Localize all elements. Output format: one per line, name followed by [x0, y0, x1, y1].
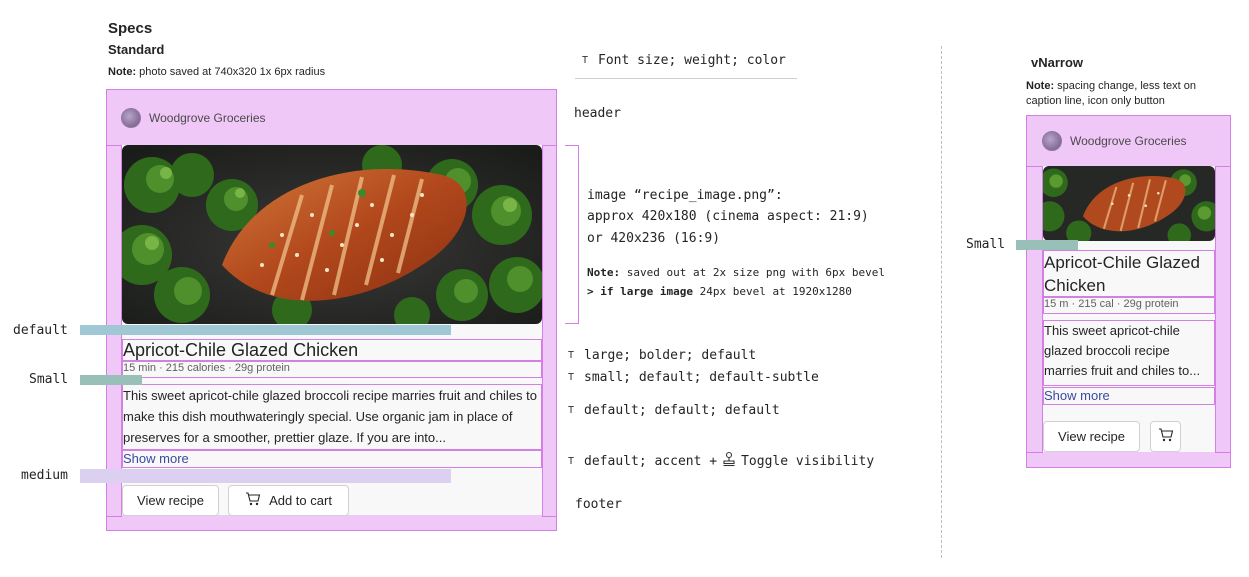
image-spec-line3: or 420x236 (16:9) [587, 231, 721, 246]
card-header: Woodgrove Groceries [121, 108, 266, 128]
legend-line: T Font size; weight; color [582, 53, 786, 68]
stamp-icon [721, 451, 737, 471]
section-divider [941, 46, 942, 558]
t-icon: T [568, 455, 575, 467]
narrow-note-label: Note: [1026, 80, 1055, 92]
image-spec-line2: approx 420x180 (cinema aspect: 21:9) [587, 209, 869, 224]
narrow-recipe-subtitle: 15 m · 215 cal · 29g protein [1043, 297, 1215, 314]
brand-logo [121, 108, 141, 128]
image-bracket [565, 145, 579, 324]
toggle-text: Toggle visibility [741, 453, 875, 469]
show-more-link[interactable]: Show more [122, 450, 542, 468]
narrow-recipe-image [1043, 166, 1215, 241]
card-padding-right [542, 145, 557, 517]
narrow-cart-button[interactable] [1150, 421, 1181, 452]
narrow-label-small: Small [966, 237, 1006, 252]
narrow-heading: vNarrow [1031, 55, 1084, 70]
recipe-title: Apricot-Chile Glazed Chicken [122, 339, 542, 361]
subtitle-spec: Tsmall; default; default-subtle [568, 370, 819, 385]
title-spec-text: large; bolder; default [584, 348, 757, 363]
narrow-brand-name: Woodgrove Groceries [1070, 134, 1187, 148]
note-text: photo saved at 740x320 1x 6px radius [136, 66, 326, 78]
footer-annotation: footer [575, 497, 622, 512]
t-icon: T [568, 405, 575, 416]
image-spec-line1: image “recipe_image.png”: [587, 188, 783, 203]
narrow-card-header: Woodgrove Groceries [1042, 131, 1187, 151]
t-icon: T [568, 372, 575, 383]
bar-default [80, 325, 451, 335]
image-note-label: Note: [587, 266, 621, 279]
recipe-image [122, 145, 542, 324]
bar-small [80, 375, 142, 385]
narrow-recipe-title: Apricot-Chile Glazed Chicken [1043, 250, 1215, 297]
standard-note: Note: photo saved at 740x320 1x 6px radi… [108, 66, 325, 78]
add-to-cart-label: Add to cart [269, 493, 332, 508]
view-recipe-button[interactable]: View recipe [122, 485, 219, 516]
t-icon: T [568, 350, 575, 361]
recipe-description: This sweet apricot-chile glazed broccoli… [122, 384, 542, 450]
image-note-text: saved out at 2x size png with 6px bevel [620, 266, 886, 279]
desc-spec: Tdefault; default; default [568, 403, 780, 418]
legend-text: Font size; weight; color [598, 53, 786, 68]
cart-icon [245, 491, 261, 510]
narrow-bar-small [1016, 240, 1078, 250]
narrow-recipe-description: This sweet apricot-chile glazed broccoli… [1043, 320, 1215, 386]
brand-logo [1042, 131, 1062, 151]
narrow-view-recipe-label: View recipe [1058, 429, 1125, 444]
add-to-cart-button[interactable]: Add to cart [228, 485, 349, 516]
label-default: default [13, 323, 68, 338]
title-spec: Tlarge; bolder; default [568, 348, 756, 363]
narrow-note: Note: spacing change, less text on capti… [1026, 79, 1226, 109]
standard-heading: Standard [108, 42, 165, 57]
narrow-padding-right [1215, 166, 1231, 453]
legend-divider [575, 78, 797, 79]
image-note: Note: saved out at 2x size png with 6px … [587, 266, 885, 279]
show-spec-text: default; accent + [584, 453, 718, 469]
header-annotation: header [574, 106, 621, 121]
bar-medium [80, 469, 451, 483]
t-icon: T [582, 55, 589, 66]
label-medium: medium [21, 468, 68, 483]
image-note2: > if large image 24px bevel at 1920x1280 [587, 285, 852, 298]
desc-spec-text: default; default; default [584, 403, 780, 418]
recipe-subtitle: 15 min · 215 calories · 29g protein [122, 361, 542, 378]
narrow-padding-left [1026, 166, 1043, 453]
subtitle-spec-text: small; default; default-subtle [584, 370, 819, 385]
view-recipe-label: View recipe [137, 493, 204, 508]
image-note2-label: > if large image [587, 285, 693, 298]
specs-heading: Specs [108, 20, 153, 37]
narrow-view-recipe-button[interactable]: View recipe [1043, 421, 1140, 452]
brand-name: Woodgrove Groceries [149, 111, 266, 125]
note-label: Note: [108, 66, 137, 78]
cart-icon [1158, 427, 1174, 446]
show-spec: T default; accent + Toggle visibility [568, 451, 874, 471]
narrow-show-more-link[interactable]: Show more [1043, 387, 1215, 405]
label-small: Small [29, 372, 69, 387]
image-note2-text: 24px bevel at 1920x1280 [692, 285, 852, 298]
